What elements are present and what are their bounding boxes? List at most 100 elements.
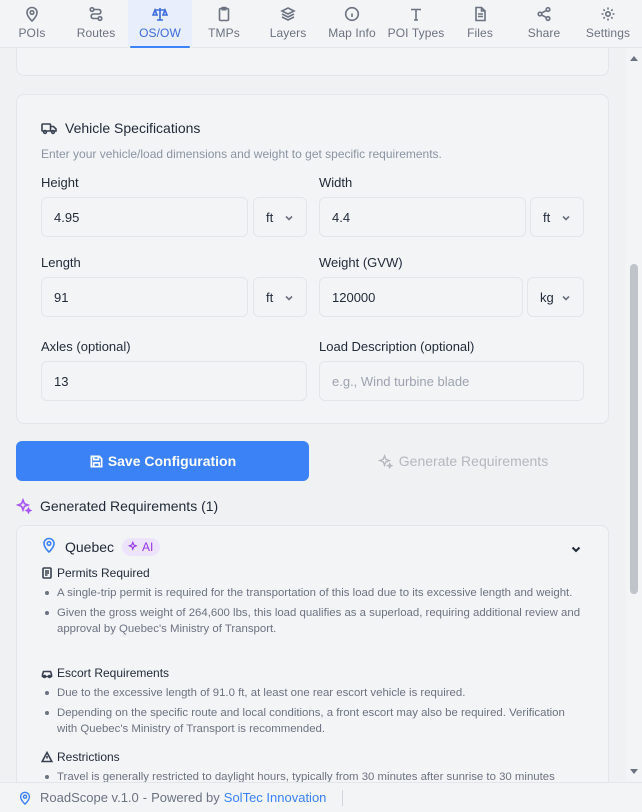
weight-unit-value: kg	[540, 289, 554, 305]
clipboard-icon	[218, 6, 230, 22]
tab-layers[interactable]: Layers	[256, 0, 320, 48]
vehicle-specs-subtitle: Enter your vehicle/load dimensions and w…	[41, 147, 442, 161]
weight-input[interactable]: 120000	[319, 277, 523, 317]
sparkles-icon	[128, 541, 138, 551]
tab-label: Layers	[269, 26, 307, 40]
weight-label: Weight (GVW)	[319, 255, 403, 270]
document-icon	[42, 567, 52, 579]
generated-requirements-title: Generated Requirements (1)	[40, 498, 219, 514]
vehicle-specifications-card: Vehicle Specifications Enter your vehicl…	[16, 94, 609, 424]
length-label: Length	[41, 255, 81, 270]
length-unit-select[interactable]: ft	[253, 277, 307, 317]
chevron-down-icon	[285, 215, 293, 221]
height-unit-select[interactable]: ft	[253, 197, 307, 237]
region-name: Quebec	[65, 538, 115, 555]
tab-osow[interactable]: OS/OW	[128, 0, 192, 48]
tab-label: Files	[467, 26, 493, 40]
scale-icon	[152, 7, 168, 21]
list-item: A single-trip permit is required for the…	[45, 585, 587, 601]
scroll-down-arrow-icon[interactable]	[630, 769, 638, 774]
restrictions-section-title: Restrictions	[41, 750, 120, 764]
brand-link[interactable]: SolTec Innovation	[224, 790, 327, 805]
restrictions-title-text: Restrictions	[57, 750, 120, 764]
height-unit-value: ft	[266, 209, 274, 225]
tab-label: Routes	[76, 26, 116, 40]
tab-share[interactable]: Share	[512, 0, 576, 48]
width-unit-select[interactable]: ft	[530, 197, 584, 237]
scroll-up-arrow-icon[interactable]	[630, 56, 638, 61]
tab-map-info[interactable]: Map Info	[320, 0, 384, 48]
save-configuration-label: Save Configuration	[107, 453, 237, 469]
scrollbar-thumb[interactable]	[630, 264, 638, 594]
tab-label: TMPs	[208, 26, 240, 40]
chevron-down-icon	[571, 546, 581, 553]
route-icon	[89, 6, 103, 22]
save-configuration-button[interactable]: Save Configuration	[16, 441, 309, 481]
vehicle-specs-title-text: Vehicle Specifications	[65, 120, 201, 136]
tab-tmps[interactable]: TMPs	[192, 0, 256, 48]
tab-label: POIs	[18, 26, 46, 40]
powered-by-text: Powered by	[151, 790, 220, 805]
generate-requirements-button[interactable]: Generate Requirements	[317, 441, 609, 481]
list-item: Given the gross weight of 264,600 lbs, t…	[45, 605, 587, 637]
layers-icon	[280, 7, 296, 21]
tab-routes[interactable]: Routes	[64, 0, 128, 48]
requirement-card-header[interactable]: Quebec AI	[41, 537, 161, 556]
chevron-down-icon	[562, 295, 570, 301]
width-input[interactable]: 4.4	[319, 197, 526, 237]
save-icon	[90, 455, 103, 467]
footer-divider	[342, 789, 344, 806]
list-item: Travel is generally restricted to daylig…	[45, 769, 587, 782]
axles-input[interactable]: 13	[41, 361, 307, 401]
car-icon	[41, 670, 53, 679]
length-unit-value: ft	[266, 289, 274, 305]
tab-files[interactable]: Files	[448, 0, 512, 48]
escort-title-text: Escort Requirements	[57, 666, 170, 680]
generate-requirements-label: Generate Requirements	[398, 453, 549, 469]
generated-requirements-header: Generated Requirements (1)	[16, 498, 218, 514]
tab-label: Settings	[585, 26, 631, 40]
vehicle-specs-title: Vehicle Specifications	[41, 120, 200, 136]
pin-icon	[19, 791, 31, 805]
height-input[interactable]: 4.95	[41, 197, 248, 237]
load-description-input[interactable]: e.g., Wind turbine blade	[319, 361, 584, 401]
permits-list: A single-trip permit is required for the…	[45, 585, 587, 641]
content-scroll-area: Vehicle Specifications Enter your vehicl…	[0, 48, 626, 782]
gear-icon	[601, 7, 615, 21]
width-unit-value: ft	[543, 209, 551, 225]
ai-badge: AI	[122, 537, 161, 556]
file-icon	[475, 6, 486, 22]
escort-section-title: Escort Requirements	[41, 666, 169, 680]
tab-settings[interactable]: Settings	[576, 0, 640, 48]
axles-label: Axles (optional)	[41, 339, 131, 354]
sparkles-icon	[16, 498, 32, 514]
tab-label: OS/OW	[139, 26, 181, 40]
warning-icon	[41, 751, 53, 763]
info-icon	[344, 6, 360, 22]
top-nav: POIs Routes OS/OW TMPs Layers Map Info P…	[0, 0, 642, 48]
vertical-scrollbar[interactable]	[626, 48, 642, 782]
share-icon	[537, 6, 551, 22]
load-description-label: Load Description (optional)	[319, 339, 475, 354]
permits-title-text: Permits Required	[57, 566, 150, 580]
truck-icon	[41, 123, 57, 135]
tab-label: Map Info	[328, 26, 376, 40]
tab-pois[interactable]: POIs	[0, 0, 64, 48]
footer-separator: -	[142, 790, 148, 805]
weight-unit-select[interactable]: kg	[527, 277, 584, 317]
type-icon	[411, 8, 421, 21]
collapse-toggle[interactable]	[570, 542, 582, 554]
pin-icon	[26, 6, 38, 22]
length-input[interactable]: 91	[41, 277, 248, 317]
tab-poi-types[interactable]: POI Types	[384, 0, 448, 48]
sparkles-icon	[377, 453, 393, 469]
app-version: RoadScope v.1.0	[40, 790, 139, 805]
escort-list: Due to the excessive length of 91.0 ft, …	[45, 685, 587, 741]
height-label: Height	[41, 175, 79, 190]
permits-section-title: Permits Required	[41, 566, 150, 580]
tab-label: Share	[527, 26, 561, 40]
restrictions-list: Travel is generally restricted to daylig…	[45, 769, 587, 782]
previous-card	[16, 48, 609, 76]
requirement-card-quebec: Quebec AI Permits Required A single-trip…	[16, 525, 609, 782]
ai-badge-label: AI	[142, 539, 154, 554]
